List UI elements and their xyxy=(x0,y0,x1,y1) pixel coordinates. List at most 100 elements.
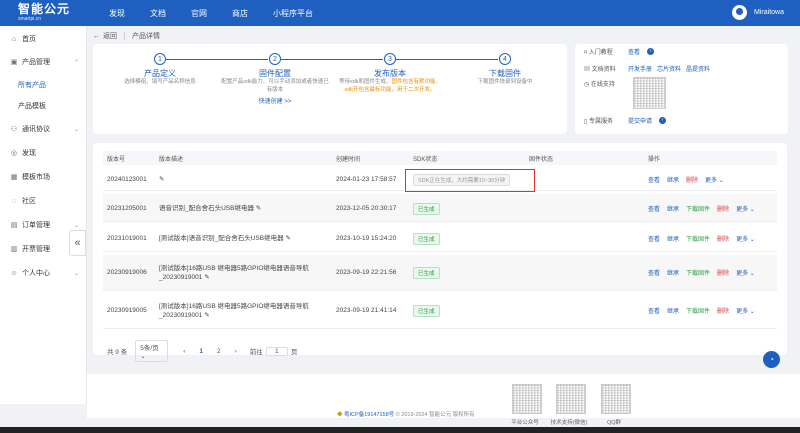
view-button[interactable]: 查看 xyxy=(648,175,660,184)
chevron-up-icon: ⌃ xyxy=(73,59,79,66)
top-navbar: 智能公元 smartpi.cn 发现 文档 官网 商店 小程序平台 Mirait… xyxy=(0,0,800,26)
sidebar-item-home[interactable]: ⌂ 首页 xyxy=(0,32,87,46)
edit-icon[interactable]: ✎ xyxy=(159,175,164,184)
download-firmware-button[interactable]: 下载固件 xyxy=(686,268,710,277)
back-link[interactable]: 返回 xyxy=(103,31,117,41)
page-size-select[interactable]: 5条/页 ⌄ xyxy=(135,340,169,362)
docs-link-chip-info[interactable]: 芯片资料 xyxy=(657,64,681,73)
icp-link[interactable]: 粤ICP备19147158号 xyxy=(344,412,394,418)
qq-group-qr xyxy=(601,384,631,414)
download-firmware-button[interactable]: 下载固件 xyxy=(686,306,710,315)
view-button[interactable]: 查看 xyxy=(648,268,660,277)
logo[interactable]: 智能公元 smartpi.cn xyxy=(18,3,70,23)
docs-link-dev-manual[interactable]: 开发手册 xyxy=(628,64,652,73)
sidebar-item-all-products[interactable]: 所有产品 xyxy=(0,78,87,92)
customer-service-button[interactable]: ◔ xyxy=(763,351,780,368)
table-header: 版本号 版本描述 创建时间 SDK状态 固件状态 操作 xyxy=(103,151,777,165)
download-firmware-button[interactable]: 下载固件 xyxy=(686,204,710,213)
more-dropdown[interactable]: 更多 ⌄ xyxy=(705,175,724,184)
delete-button[interactable]: 删除 xyxy=(717,234,729,243)
version-description: [测试版本]16路USB 继电器5路GPIO继电器语音导航_2023091900… xyxy=(159,265,309,281)
more-dropdown[interactable]: 更多 ⌄ xyxy=(736,234,755,243)
version-number: 20231205001 xyxy=(107,205,147,212)
sidebar-item-product-templates[interactable]: 产品模板 xyxy=(0,99,87,113)
step-connector xyxy=(281,59,383,60)
sidebar-item-personal-center[interactable]: ☺ 个人中心 ⌄ xyxy=(0,266,87,280)
view-button[interactable]: 查看 xyxy=(648,306,660,315)
step-connector xyxy=(396,59,498,60)
user-menu[interactable]: Miraitowa xyxy=(732,5,784,20)
sdk-status-badge: 已生成 xyxy=(413,203,440,215)
nav-miniprogram[interactable]: 小程序平台 xyxy=(273,8,313,19)
docs-link-crystal-info[interactable]: 晶提资料 xyxy=(686,64,710,73)
sdk-status-badge: 已生成 xyxy=(413,267,440,279)
avatar[interactable] xyxy=(732,5,748,20)
edit-icon[interactable]: ✎ xyxy=(256,205,261,212)
sidebar-item-protocol[interactable]: ⚇ 通讯协议 ⌄ xyxy=(0,122,87,136)
table-row: 20231019001 [测试版本]语音识别_配合舍石头USB继电器 ✎ 202… xyxy=(103,224,777,252)
created-time: 2023-12-05 20:30:17 xyxy=(336,205,397,212)
page-button-1[interactable]: 1 xyxy=(199,348,203,355)
version-number: 20230919005 xyxy=(107,307,147,314)
nav-store[interactable]: 商店 xyxy=(232,8,248,19)
sdk-status-badge: 已生成 xyxy=(413,305,440,317)
table-row: 20231205001 语音识别_配合舍石头USB继电器 ✎ 2023-12-0… xyxy=(103,194,777,222)
version-description: [测试版本]语音识别_配合舍石头USB继电器 ✎ xyxy=(159,235,291,242)
page-title: 产品详情 xyxy=(132,33,160,40)
prev-page-button[interactable]: ‹ xyxy=(183,348,185,355)
delete-button[interactable]: 删除 xyxy=(717,268,729,277)
quick-create-link[interactable]: 快速创建 >> xyxy=(220,96,330,105)
version-number: 20240123001 xyxy=(107,176,147,183)
sidebar-item-label: 模板市场 xyxy=(22,174,50,181)
inherit-button[interactable]: 继承 xyxy=(667,204,679,213)
inherit-button[interactable]: 继承 xyxy=(667,268,679,277)
page-button-2[interactable]: 2 xyxy=(217,348,221,355)
sidebar-item-community[interactable]: ◌ 社区 xyxy=(0,194,87,208)
username[interactable]: Miraitowa xyxy=(754,9,784,16)
sidebar-item-discover[interactable]: ◎ 发现 xyxy=(0,146,87,160)
row-actions: 查看 继承 下载固件 删除 更多 ⌄ xyxy=(648,306,762,315)
sidebar-collapse-button[interactable]: « xyxy=(69,230,86,256)
delete-button[interactable]: 删除 xyxy=(686,175,698,184)
home-icon: ⌂ xyxy=(11,35,17,43)
resource-support-label: ◷ 在线支持 xyxy=(584,82,615,88)
resource-support-row: ◷ 在线支持 xyxy=(584,79,628,88)
intro-view-link[interactable]: 查看 xyxy=(628,47,640,56)
inherit-button[interactable]: 继承 xyxy=(667,306,679,315)
discover-icon: ◎ xyxy=(10,150,18,157)
more-dropdown[interactable]: 更多 ⌄ xyxy=(736,268,755,277)
step-desc-2: 配置产品sdk能力、可以手动添加或者快速已有版本 xyxy=(221,79,329,93)
inherit-button[interactable]: 继承 xyxy=(667,234,679,243)
column-header-description: 版本描述 xyxy=(159,157,184,163)
breadcrumb: ← 返回 产品详情 xyxy=(93,30,787,42)
table-row: 20230919006 [测试版本]16路USB 继电器5路GPIO继电器语音导… xyxy=(103,255,777,291)
product-icon: ▣ xyxy=(10,59,18,66)
view-button[interactable]: 查看 xyxy=(648,204,660,213)
nav-discover[interactable]: 发现 xyxy=(109,8,125,19)
delete-button[interactable]: 删除 xyxy=(717,306,729,315)
inherit-button[interactable]: 继承 xyxy=(667,175,679,184)
edit-icon[interactable]: ✎ xyxy=(204,312,209,319)
view-button[interactable]: 查看 xyxy=(648,234,660,243)
nav-docs[interactable]: 文档 xyxy=(150,8,166,19)
download-firmware-button[interactable]: 下载固件 xyxy=(686,234,710,243)
back-arrow-icon[interactable]: ← xyxy=(93,33,100,40)
edit-icon[interactable]: ✎ xyxy=(285,235,290,242)
more-dropdown[interactable]: 更多 ⌄ xyxy=(736,306,755,315)
delete-button[interactable]: 删除 xyxy=(717,204,729,213)
sidebar-item-template-market[interactable]: ▦ 模板市场 xyxy=(0,170,87,184)
resource-docs-row: ▤ 文档资料 开发手册 芯片资料 晶提资料 xyxy=(584,64,715,73)
user-icon: ☺ xyxy=(10,269,18,277)
step-desc-3: 等待sdk和固件生成、固件包含有默功能、sdk开包含最标功能，用于二次开发。 xyxy=(335,78,445,94)
sidebar-item-label: 所有产品 xyxy=(18,82,46,89)
edit-icon[interactable]: ✎ xyxy=(204,274,209,281)
sidebar-item-product-management[interactable]: ▣ 产品管理 ⌃ xyxy=(0,55,87,69)
sdk-status-badge: 已生成 xyxy=(413,233,440,245)
next-page-button[interactable]: › xyxy=(235,348,237,355)
more-dropdown[interactable]: 更多 ⌄ xyxy=(736,204,755,213)
nav-official-site[interactable]: 官网 xyxy=(191,8,207,19)
resources-panel: ⌑ 入门教程 查看 › ▤ 文档资料 开发手册 芯片资料 晶提资料 ◷ 在线支持… xyxy=(575,44,788,134)
submit-application-link[interactable]: 提交申请 xyxy=(628,116,652,125)
goto-page-input[interactable]: 1 xyxy=(265,346,288,356)
sidebar-item-label: 通讯协议 xyxy=(22,126,50,133)
